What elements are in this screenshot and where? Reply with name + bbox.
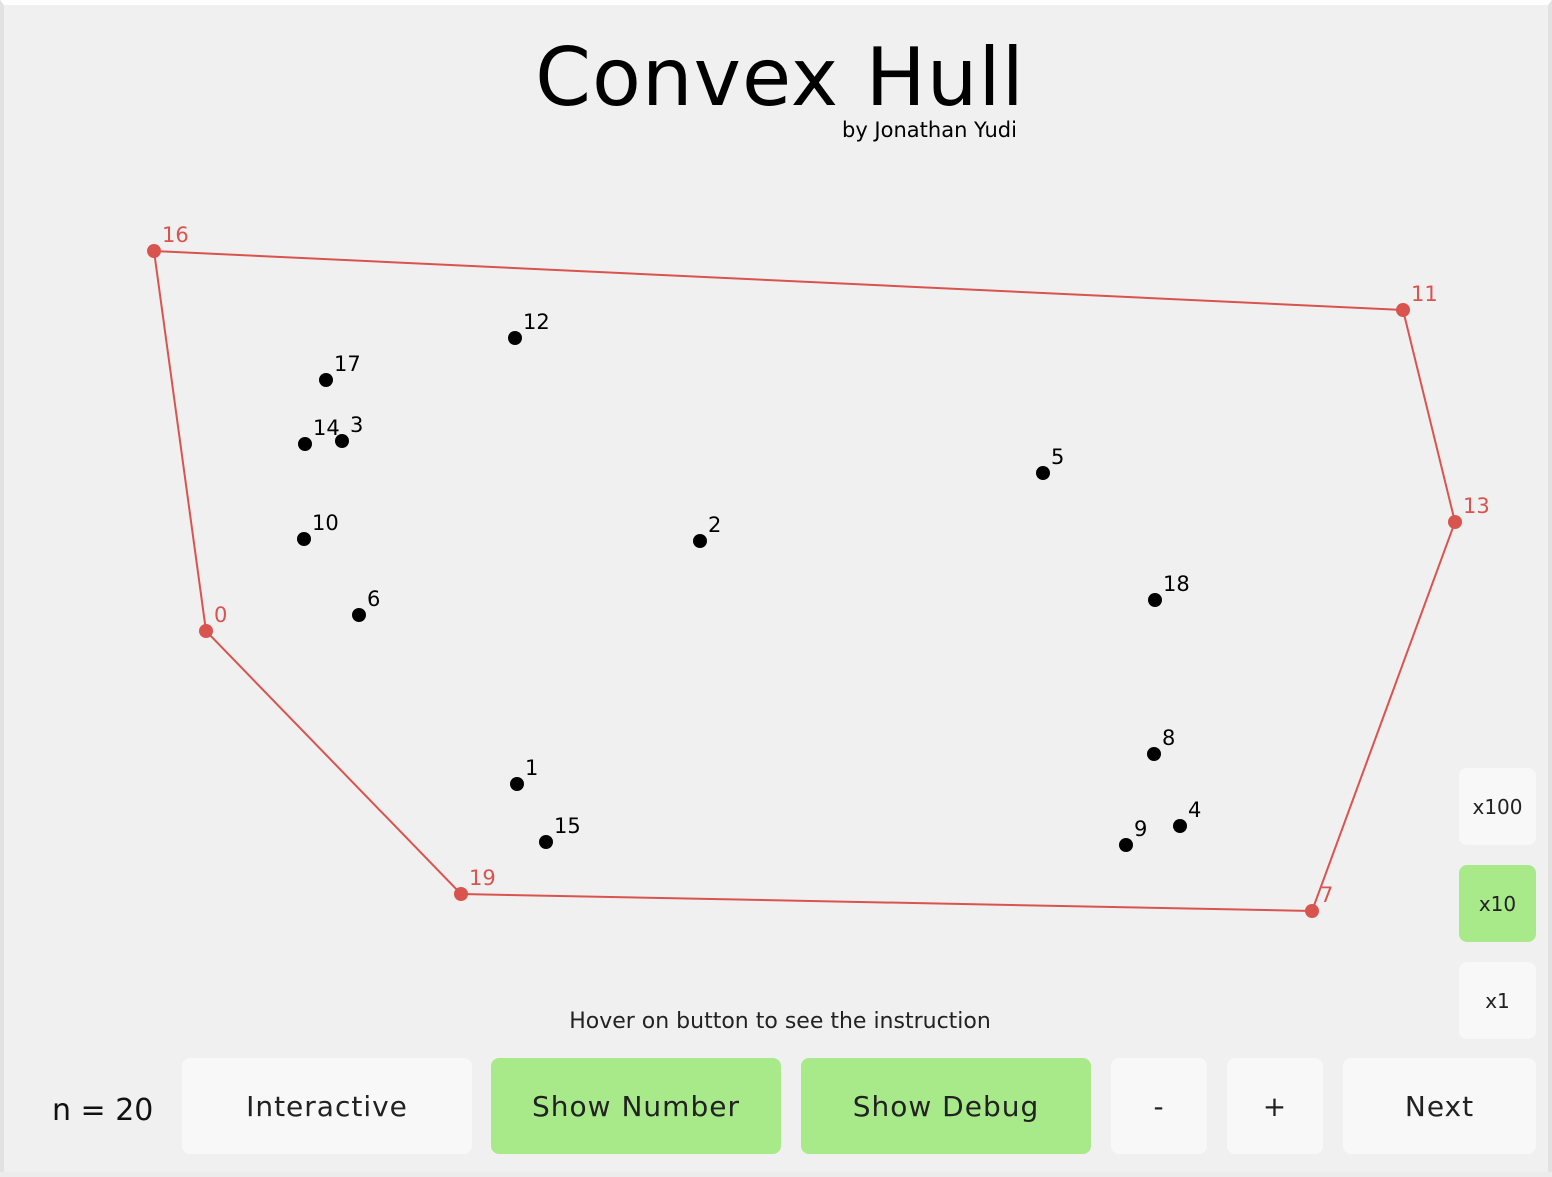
point-5[interactable]: 5 <box>1036 445 1064 480</box>
point-marker[interactable] <box>510 777 524 791</box>
next-step-button[interactable]: Next <box>1343 1058 1536 1154</box>
point-2[interactable]: 2 <box>693 513 721 548</box>
point-marker[interactable] <box>1147 747 1161 761</box>
point-12[interactable]: 12 <box>508 310 550 345</box>
point-6[interactable]: 6 <box>352 587 380 622</box>
point-marker[interactable] <box>298 437 312 451</box>
increase-points-button[interactable]: + <box>1227 1058 1323 1154</box>
point-number-label: 17 <box>334 352 361 376</box>
point-number-label: 15 <box>554 814 581 838</box>
point-number-label: 8 <box>1162 726 1175 750</box>
speed-x100-button[interactable]: x100 <box>1459 768 1536 845</box>
point-marker[interactable] <box>539 835 553 849</box>
point-marker[interactable] <box>508 331 522 345</box>
point-marker[interactable] <box>1119 838 1133 852</box>
point-4[interactable]: 4 <box>1173 798 1201 833</box>
point-10[interactable]: 10 <box>297 511 339 546</box>
point-marker[interactable] <box>1448 515 1462 529</box>
hull-point-19[interactable]: 19 <box>454 866 496 901</box>
instruction-hint: Hover on button to see the instruction <box>569 1009 991 1034</box>
point-1[interactable]: 1 <box>510 756 538 791</box>
point-15[interactable]: 15 <box>539 814 581 849</box>
app-window: Convex Hull by Jonathan Yudi 01234567891… <box>0 0 1552 1172</box>
point-number-label: 1 <box>525 756 538 780</box>
point-marker[interactable] <box>1036 466 1050 480</box>
hull-point-7[interactable]: 7 <box>1305 883 1333 918</box>
point-marker[interactable] <box>454 887 468 901</box>
point-number-label: 18 <box>1163 572 1190 596</box>
point-number-label: 9 <box>1134 817 1147 841</box>
point-8[interactable]: 8 <box>1147 726 1175 761</box>
point-marker[interactable] <box>147 244 161 258</box>
point-number-label: 4 <box>1188 798 1201 822</box>
point-number-label: 5 <box>1051 445 1064 469</box>
point-number-label: 16 <box>162 223 189 247</box>
point-number-label: 3 <box>350 413 363 437</box>
point-marker[interactable] <box>297 532 311 546</box>
point-17[interactable]: 17 <box>319 352 361 387</box>
speed-x1-button[interactable]: x1 <box>1459 962 1536 1039</box>
point-9[interactable]: 9 <box>1119 817 1147 852</box>
point-number-label: 19 <box>469 866 496 890</box>
point-marker[interactable] <box>352 608 366 622</box>
point-marker[interactable] <box>199 624 213 638</box>
point-marker[interactable] <box>1148 593 1162 607</box>
point-marker[interactable] <box>1396 303 1410 317</box>
point-number-label: 13 <box>1463 494 1490 518</box>
point-number-label: 2 <box>708 513 721 537</box>
point-number-label: 7 <box>1320 883 1333 907</box>
hull-point-11[interactable]: 11 <box>1396 282 1438 317</box>
show-number-button[interactable]: Show Number <box>491 1058 781 1154</box>
point-number-label: 6 <box>367 587 380 611</box>
hull-point-13[interactable]: 13 <box>1448 494 1490 529</box>
point-number-label: 12 <box>523 310 550 334</box>
points-canvas[interactable]: 012345678910111213141516171819 <box>4 5 1552 1177</box>
point-count-label: n = 20 <box>52 1093 154 1128</box>
point-14[interactable]: 14 <box>298 416 340 451</box>
point-number-label: 10 <box>312 511 339 535</box>
decrease-points-button[interactable]: - <box>1111 1058 1207 1154</box>
point-18[interactable]: 18 <box>1148 572 1190 607</box>
point-number-label: 11 <box>1411 282 1438 306</box>
speed-x10-button[interactable]: x10 <box>1459 865 1536 942</box>
point-marker[interactable] <box>693 534 707 548</box>
show-debug-button[interactable]: Show Debug <box>801 1058 1091 1154</box>
point-marker[interactable] <box>1173 819 1187 833</box>
point-marker[interactable] <box>319 373 333 387</box>
convex-hull-outline <box>152 249 1457 913</box>
point-number-label: 0 <box>214 603 227 627</box>
point-number-label: 14 <box>313 416 340 440</box>
point-marker[interactable] <box>1305 904 1319 918</box>
interactive-button[interactable]: Interactive <box>182 1058 472 1154</box>
